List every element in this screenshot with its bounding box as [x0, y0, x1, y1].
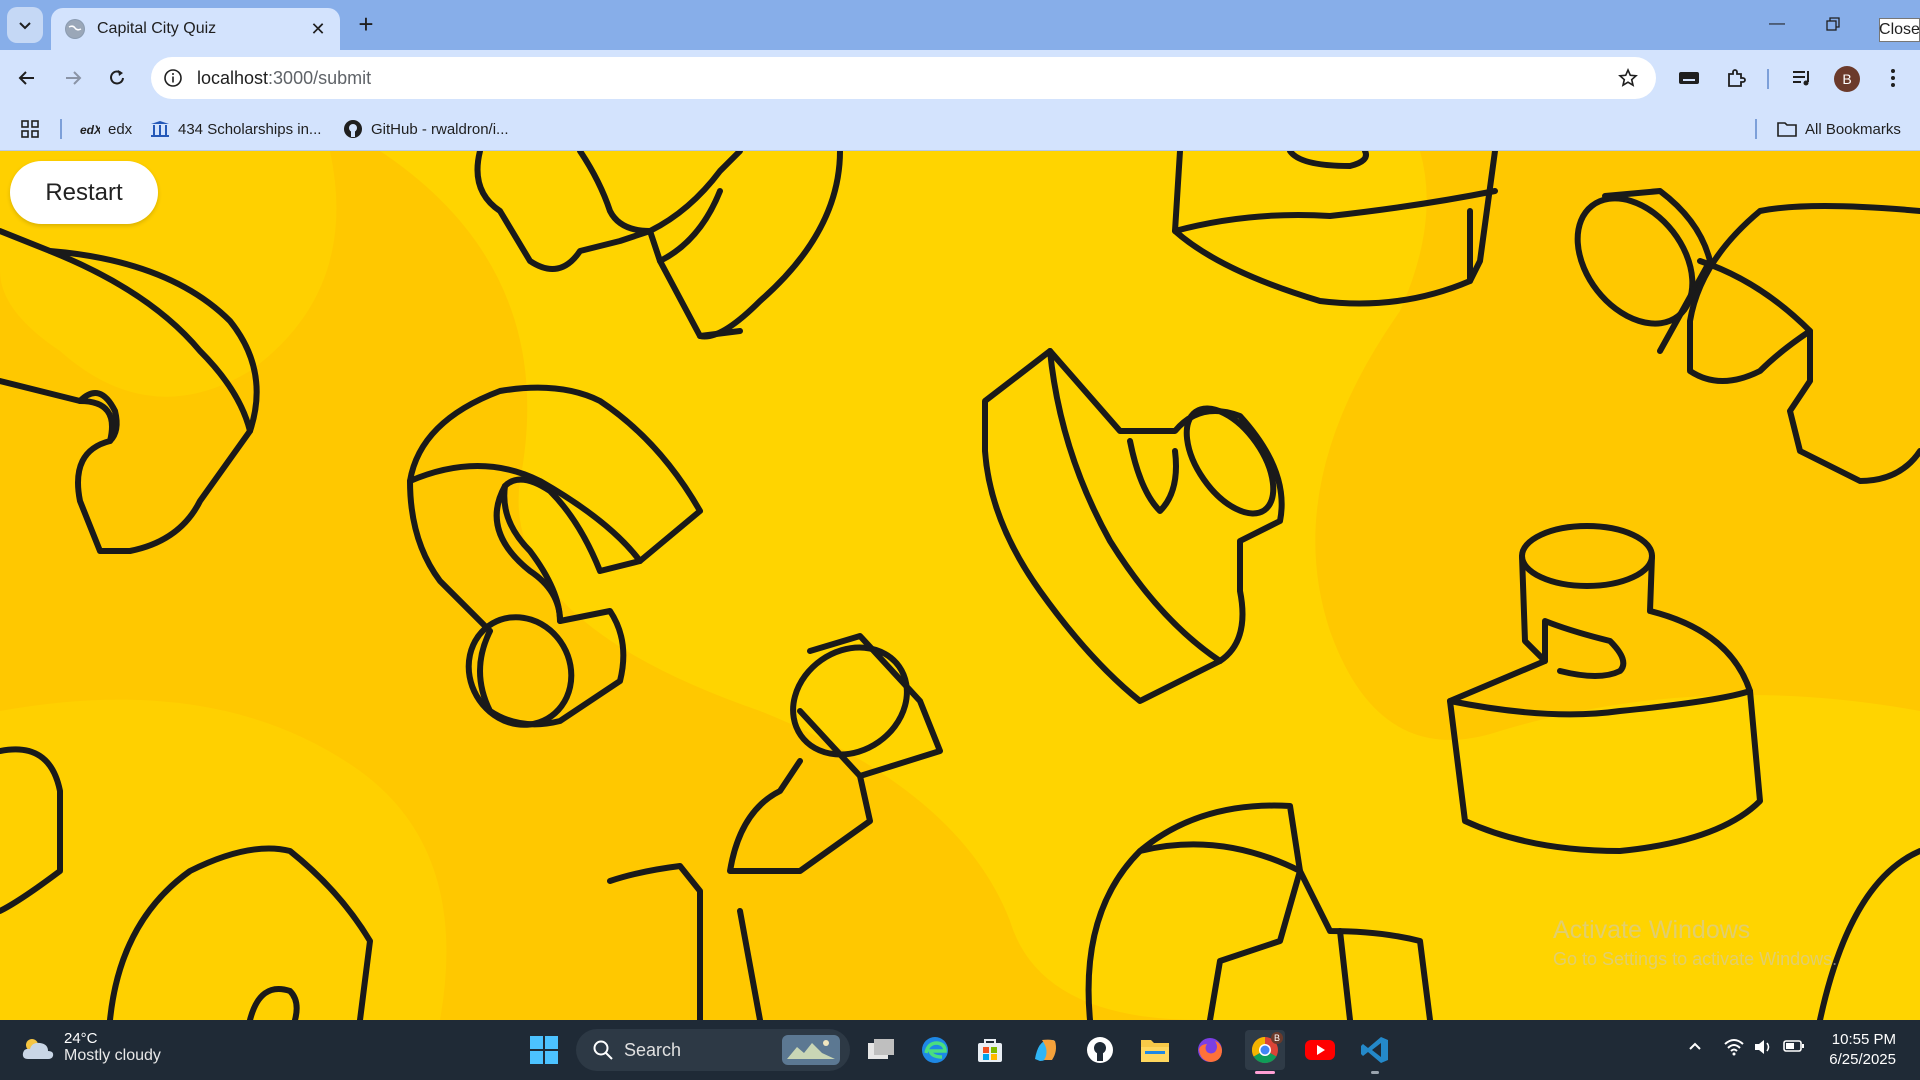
url-text: localhost:3000/submit — [197, 68, 371, 89]
keyboard-icon[interactable] — [1672, 61, 1706, 95]
forward-arrow-icon — [66, 71, 82, 85]
url-host: localhost — [197, 67, 269, 88]
background-blob — [380, 151, 1920, 1020]
volume-icon[interactable] — [1753, 1038, 1773, 1061]
svg-text:edX: edX — [80, 123, 100, 136]
tab-title: Capital City Quiz — [97, 20, 217, 37]
folder-icon — [1777, 120, 1797, 138]
bookmark-github[interactable]: GitHub - rwaldron/i... — [343, 118, 509, 140]
edge-icon[interactable] — [915, 1030, 955, 1070]
windows-start-button[interactable] — [524, 1030, 564, 1070]
scholarship-icon — [150, 120, 170, 138]
browser-toolbar: localhost:3000/submit B — [0, 50, 1920, 107]
globe-icon — [65, 19, 85, 39]
kebab-menu-icon[interactable] — [1876, 61, 1910, 95]
tab-active[interactable]: Capital City Quiz ✕ — [51, 8, 340, 50]
bookmark-label: edx — [108, 120, 133, 138]
file-explorer-icon[interactable] — [1135, 1030, 1175, 1070]
github-icon — [343, 120, 363, 138]
tab-close-icon[interactable]: ✕ — [306, 17, 330, 41]
all-bookmarks-button[interactable]: All Bookmarks — [1777, 118, 1901, 140]
wifi-icon[interactable] — [1723, 1038, 1745, 1061]
youtube-icon[interactable] — [1300, 1030, 1340, 1070]
minimize-icon[interactable]: — — [1757, 10, 1797, 38]
all-bookmarks-label: All Bookmarks — [1805, 120, 1901, 138]
profile-avatar[interactable]: B — [1834, 66, 1860, 92]
tab-strip: Capital City Quiz ✕ + — Close — [0, 0, 1920, 50]
bookmarks-separator — [60, 119, 62, 139]
battery-icon[interactable] — [1783, 1038, 1805, 1059]
cloud-icon — [22, 1038, 54, 1059]
new-tab-button[interactable]: + — [352, 9, 380, 39]
reload-icon — [110, 70, 124, 85]
restart-button[interactable]: Restart — [10, 161, 158, 224]
watermark-subtitle: Go to Settings to activate Windows. — [1553, 949, 1838, 969]
media-control-icon[interactable] — [1785, 61, 1819, 95]
bookmarks-bar: edX edx 434 Scholarships in... GitHub - … — [0, 107, 1920, 151]
clock-time: 10:55 PM — [1831, 1031, 1896, 1048]
apps-grid-icon[interactable] — [20, 118, 40, 140]
site-info-icon[interactable] — [161, 66, 185, 90]
toolbar-separator — [1767, 69, 1769, 89]
search-label: Search — [624, 1039, 682, 1060]
tab-search-button[interactable] — [7, 7, 43, 43]
search-icon — [593, 1040, 613, 1060]
back-button[interactable] — [10, 61, 44, 95]
chevron-down-icon — [19, 22, 31, 30]
reload-button[interactable] — [100, 61, 134, 95]
clock-date: 6/25/2025 — [1829, 1051, 1896, 1068]
windows-logo-icon — [530, 1036, 558, 1064]
taskbar-search[interactable]: Search — [576, 1029, 850, 1071]
weather-description: Mostly cloudy — [64, 1047, 161, 1064]
firefox-icon[interactable] — [1190, 1030, 1230, 1070]
restore-icon[interactable] — [1813, 10, 1853, 38]
active-app-indicator — [1255, 1071, 1275, 1074]
chrome-icon[interactable]: B — [1245, 1030, 1285, 1074]
url-path: :3000/submit — [268, 67, 372, 88]
task-view-icon[interactable] — [861, 1030, 901, 1070]
forward-button[interactable] — [56, 61, 90, 95]
github-desktop-icon[interactable] — [1080, 1030, 1120, 1070]
bookmark-scholarships[interactable]: 434 Scholarships in... — [150, 118, 321, 140]
address-bar[interactable]: localhost:3000/submit — [151, 57, 1656, 99]
activate-windows-watermark: Activate Windows Go to Settings to activ… — [1553, 916, 1837, 970]
chevron-up-icon[interactable] — [1687, 1038, 1703, 1059]
taskbar: 24°C Mostly cloudy Search B 10:55 PM 6/2… — [0, 1020, 1920, 1080]
bookmark-edx[interactable]: edX edx — [80, 118, 132, 140]
question-mark-pattern — [0, 151, 1920, 1020]
quiz-page: Restart Activate Windows Go to Settings … — [0, 151, 1920, 1020]
microsoft-store-icon[interactable] — [970, 1030, 1010, 1070]
bookmark-star-icon[interactable] — [1616, 66, 1640, 90]
bookmark-label: GitHub - rwaldron/i... — [371, 120, 509, 138]
close-tooltip: Close — [1879, 18, 1920, 42]
weather-temperature: 24°C — [64, 1030, 98, 1047]
chrome-profile-badge: B — [1271, 1032, 1283, 1044]
search-highlight-icon — [782, 1035, 840, 1065]
watermark-title: Activate Windows — [1553, 916, 1751, 944]
question-mark-3d — [1574, 188, 1920, 484]
back-arrow-icon — [18, 71, 34, 85]
extensions-icon[interactable] — [1719, 61, 1753, 95]
bookmarks-separator-right — [1755, 119, 1757, 139]
running-app-indicator — [1371, 1071, 1379, 1074]
system-clock[interactable]: 10:55 PM 6/25/2025 — [1829, 1030, 1896, 1070]
copilot-icon[interactable] — [1025, 1030, 1065, 1070]
edx-icon: edX — [80, 120, 100, 138]
bookmark-label: 434 Scholarships in... — [178, 120, 322, 138]
vscode-icon[interactable] — [1355, 1030, 1395, 1074]
weather-widget[interactable]: 24°C Mostly cloudy — [20, 1030, 161, 1065]
